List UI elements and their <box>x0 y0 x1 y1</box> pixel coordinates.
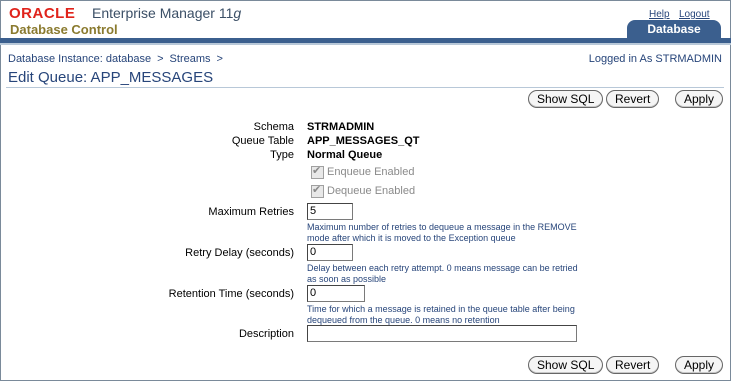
help-link[interactable]: Help <box>649 9 670 20</box>
queue-table-label: Queue Table <box>231 135 294 147</box>
schema-value: STRMADMIN <box>307 121 375 133</box>
product-subtitle: Database Control <box>10 22 118 37</box>
header-divider <box>0 43 731 45</box>
retry-delay-label: Retry Delay (seconds) <box>185 247 294 259</box>
page-title: Edit Queue: APP_MESSAGES <box>8 69 214 86</box>
tab-database[interactable]: Database <box>627 20 721 38</box>
description-input[interactable] <box>307 325 577 342</box>
breadcrumb-separator: > <box>157 53 164 65</box>
oracle-logo: ORACLE <box>9 5 76 22</box>
show-sql-button-bottom[interactable]: Show SQL <box>528 356 604 374</box>
breadcrumb: Database Instance: database > Streams > <box>8 53 229 65</box>
apply-button-bottom[interactable]: Apply <box>675 356 724 374</box>
revert-button[interactable]: Revert <box>606 90 660 108</box>
apply-button[interactable]: Apply <box>675 90 724 108</box>
check-mark-icon: ✔ <box>312 164 322 177</box>
title-divider <box>6 87 724 88</box>
retry-delay-hint: Delay between each retry attempt. 0 mean… <box>307 263 578 284</box>
type-label: Type <box>270 149 294 161</box>
revert-button-bottom[interactable]: Revert <box>606 356 660 374</box>
check-mark-icon: ✔ <box>312 183 322 196</box>
dequeue-enabled-label: Dequeue Enabled <box>327 185 416 197</box>
logged-in-status: Logged in As STRMADMIN <box>588 53 722 65</box>
breadcrumb-database-instance[interactable]: Database Instance: database <box>8 53 151 65</box>
schema-label: Schema <box>253 121 294 133</box>
maximum-retries-hint: Maximum number of retries to dequeue a m… <box>307 222 577 243</box>
breadcrumb-streams[interactable]: Streams <box>170 53 211 65</box>
retry-delay-input[interactable]: 0 <box>307 244 353 261</box>
retention-time-input[interactable]: 0 <box>307 285 365 302</box>
queue-table-value: APP_MESSAGES_QT <box>307 135 420 147</box>
logout-link[interactable]: Logout <box>679 9 710 20</box>
maximum-retries-input[interactable]: 5 <box>307 203 353 220</box>
type-value: Normal Queue <box>307 149 383 161</box>
maximum-retries-label: Maximum Retries <box>208 206 294 218</box>
enqueue-enabled-label: Enqueue Enabled <box>327 166 415 178</box>
dequeue-enabled-checkbox[interactable]: ✔ <box>311 183 324 198</box>
product-name: Enterprise Manager 11g <box>92 5 242 21</box>
description-label: Description <box>238 328 294 340</box>
breadcrumb-separator: > <box>216 53 223 65</box>
retention-time-label: Retention Time (seconds) <box>168 288 294 300</box>
enqueue-enabled-checkbox[interactable]: ✔ <box>311 164 324 179</box>
retention-time-hint: Time for which a message is retained in … <box>307 304 575 325</box>
show-sql-button[interactable]: Show SQL <box>528 90 604 108</box>
